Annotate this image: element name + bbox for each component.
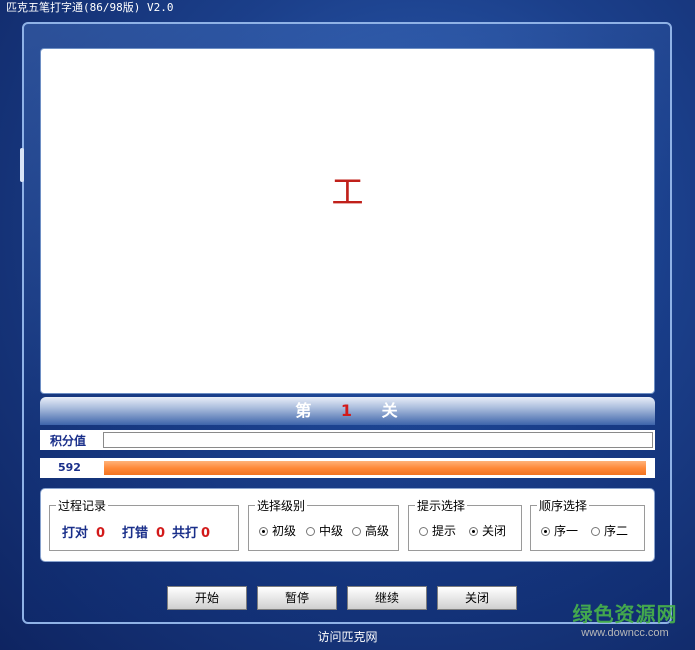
total-value: 0 (201, 526, 211, 541)
window-title: 匹克五笔打字通(86/98版) V2.0 (6, 1, 174, 14)
level-prefix: 第 (295, 401, 314, 420)
close-button[interactable]: 关闭 (437, 586, 517, 610)
progress-fill (104, 461, 646, 475)
options-panel: 过程记录 打对 0 打错 0 共打 0 选择级别 初级 中级 高级 提示选择 提示 关… (40, 488, 655, 562)
hint-title: 提示选择 (415, 497, 468, 514)
radio-selected-icon (259, 527, 268, 536)
radio-icon (591, 527, 600, 536)
start-button[interactable]: 开始 (167, 586, 247, 610)
pause-button[interactable]: 暂停 (257, 586, 337, 610)
difficulty-title: 选择级别 (255, 497, 308, 514)
progress-row: 592 (40, 458, 655, 478)
score-row: 积分值 (40, 430, 655, 450)
wrong-stat: 打错 0 (122, 522, 165, 541)
edge-handle (20, 148, 24, 182)
wrong-value: 0 (156, 526, 166, 541)
level-indicator: 第 1 关 (40, 397, 655, 425)
difficulty-option-advanced[interactable]: 高级 (352, 522, 389, 539)
radio-icon (352, 527, 361, 536)
hint-option-off[interactable]: 关闭 (469, 522, 506, 539)
typing-display: 工 (40, 48, 655, 394)
radio-selected-icon (469, 527, 478, 536)
order-option-one[interactable]: 序一 (541, 522, 578, 539)
difficulty-group: 选择级别 初级 中级 高级 (248, 497, 399, 551)
score-field (103, 432, 653, 448)
hint-option-show[interactable]: 提示 (419, 522, 456, 539)
target-character: 工 (331, 173, 364, 211)
level-number: 1 (340, 401, 355, 420)
progress-value: 592 (58, 461, 81, 474)
wrong-label: 打错 (122, 526, 149, 541)
level-suffix: 关 (381, 401, 400, 420)
hint-group: 提示选择 提示 关闭 (408, 497, 522, 551)
total-label: 共打 (172, 526, 199, 541)
resume-button[interactable]: 继续 (347, 586, 427, 610)
progress-track (104, 461, 646, 475)
total-stat: 共打 0 (172, 522, 210, 541)
correct-value: 0 (96, 526, 106, 541)
record-group: 过程记录 打对 0 打错 0 共打 0 (49, 497, 239, 551)
correct-label: 打对 (62, 526, 89, 541)
watermark: 绿色资源网 www.downcc.com (560, 598, 690, 639)
record-title: 过程记录 (56, 497, 109, 514)
radio-icon (419, 527, 428, 536)
difficulty-option-beginner[interactable]: 初级 (259, 522, 296, 539)
watermark-url: www.downcc.com (581, 627, 669, 639)
correct-stat: 打对 0 (62, 522, 105, 541)
order-option-two[interactable]: 序二 (591, 522, 628, 539)
order-group: 顺序选择 序一 序二 (530, 497, 645, 551)
order-title: 顺序选择 (537, 497, 590, 514)
difficulty-option-intermediate[interactable]: 中级 (306, 522, 343, 539)
radio-icon (306, 527, 315, 536)
score-label: 积分值 (50, 434, 87, 448)
radio-selected-icon (541, 527, 550, 536)
watermark-main: 绿色资源网 (572, 602, 678, 626)
